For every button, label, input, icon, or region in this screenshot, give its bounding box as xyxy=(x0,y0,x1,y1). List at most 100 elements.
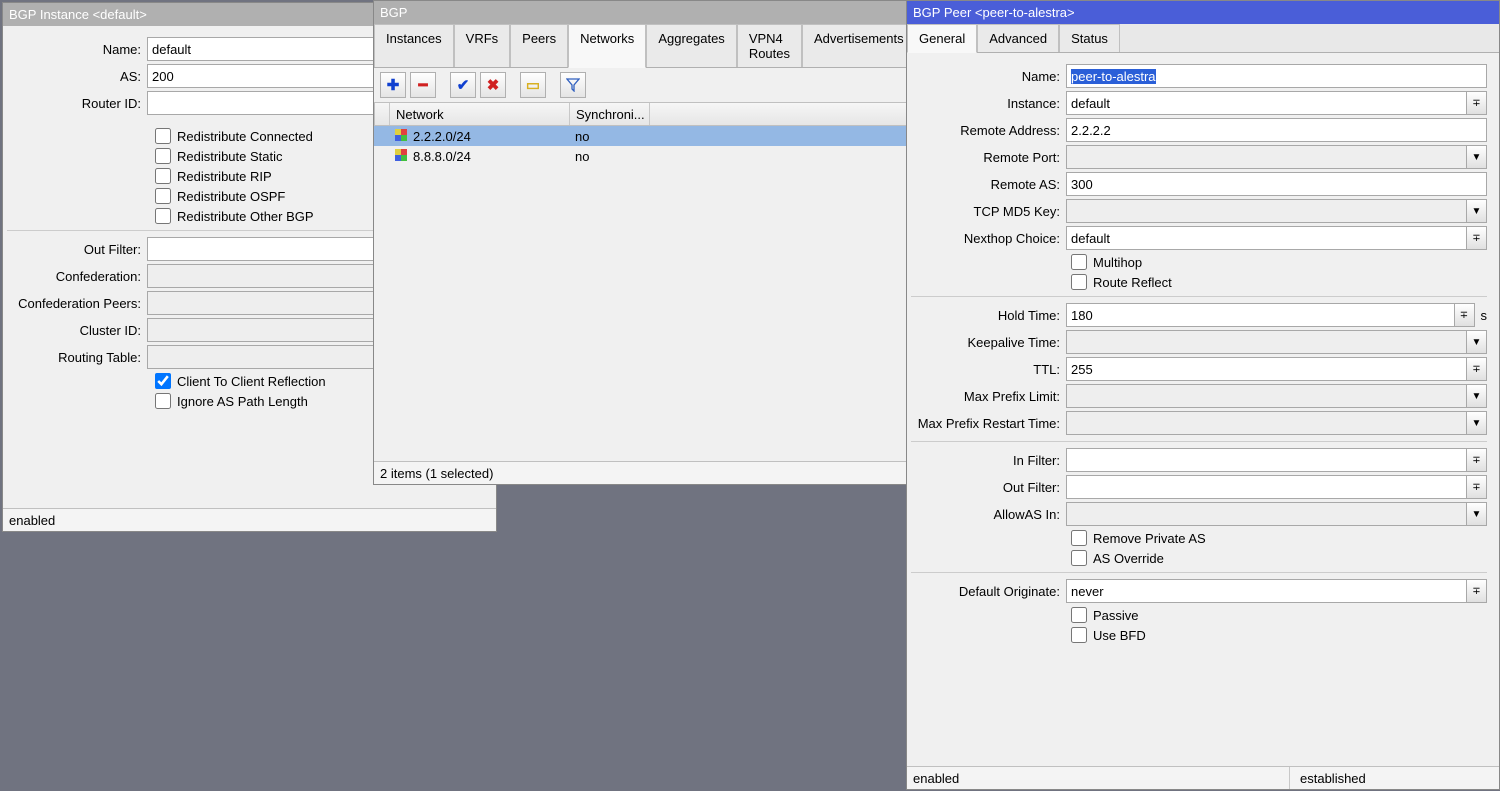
deforig-dropdown[interactable]: ∓ xyxy=(1467,579,1487,603)
confedpeers-label: Confederation Peers: xyxy=(7,296,147,311)
routingtable-label: Routing Table: xyxy=(7,350,147,365)
bgp-window: BGP Instances VRFs Peers Networks Aggreg… xyxy=(373,0,908,485)
ignore-as-label: Ignore AS Path Length xyxy=(177,394,308,409)
rport-dropdown[interactable]: ▼ xyxy=(1467,145,1487,169)
hold-dropdown[interactable]: ∓ xyxy=(1455,303,1475,327)
usebfd-checkbox[interactable] xyxy=(1071,627,1087,643)
asoverride-checkbox[interactable] xyxy=(1071,550,1087,566)
window-title: BGP xyxy=(374,1,907,24)
allowas-dropdown[interactable]: ▼ xyxy=(1467,502,1487,526)
rport-input[interactable] xyxy=(1066,145,1467,169)
redist-static-checkbox[interactable] xyxy=(155,148,171,164)
ctc-reflection-label: Client To Client Reflection xyxy=(177,374,326,389)
redist-connected-checkbox[interactable] xyxy=(155,128,171,144)
multihop-checkbox[interactable] xyxy=(1071,254,1087,270)
cell-sync: no xyxy=(569,149,649,164)
routereflect-checkbox[interactable] xyxy=(1071,274,1087,290)
md5-input[interactable] xyxy=(1066,199,1467,223)
instance-label: Instance: xyxy=(911,96,1066,111)
tab-general[interactable]: General xyxy=(907,24,977,53)
col-network[interactable]: Network xyxy=(390,103,570,125)
nexthop-input[interactable] xyxy=(1066,226,1467,250)
ttl-label: TTL: xyxy=(911,362,1066,377)
peer-name-label: Name: xyxy=(911,69,1066,84)
outfilter-dropdown[interactable]: ∓ xyxy=(1467,475,1487,499)
enable-button[interactable]: ✔ xyxy=(450,72,476,98)
allowas-input[interactable] xyxy=(1066,502,1467,526)
tab-status[interactable]: Status xyxy=(1059,24,1120,52)
tab-advanced[interactable]: Advanced xyxy=(977,24,1059,52)
removepriv-checkbox[interactable] xyxy=(1071,530,1087,546)
raddr-input[interactable] xyxy=(1066,118,1487,142)
instance-input[interactable] xyxy=(1066,91,1467,115)
ctc-reflection-checkbox[interactable] xyxy=(155,373,171,389)
tab-vpn4[interactable]: VPN4 Routes xyxy=(737,24,802,67)
nexthop-dropdown[interactable]: ∓ xyxy=(1467,226,1487,250)
tab-vrfs[interactable]: VRFs xyxy=(454,24,511,67)
window-title: BGP Peer <peer-to-alestra> xyxy=(907,1,1499,24)
maxprefixrt-input[interactable] xyxy=(1066,411,1467,435)
as-label: AS: xyxy=(7,69,147,84)
add-button[interactable]: ✚ xyxy=(380,72,406,98)
network-icon xyxy=(395,129,407,141)
rport-label: Remote Port: xyxy=(911,150,1066,165)
tab-instances[interactable]: Instances xyxy=(374,24,454,67)
cell-network: 8.8.8.0/24 xyxy=(413,149,471,164)
instance-dropdown[interactable]: ∓ xyxy=(1467,91,1487,115)
keepalive-dropdown[interactable]: ▼ xyxy=(1467,330,1487,354)
keepalive-input[interactable] xyxy=(1066,330,1467,354)
ignore-as-checkbox[interactable] xyxy=(155,393,171,409)
network-icon xyxy=(395,149,407,161)
filter-button[interactable] xyxy=(560,72,586,98)
redist-rip-label: Redistribute RIP xyxy=(177,169,272,184)
redist-other-checkbox[interactable] xyxy=(155,208,171,224)
comment-button[interactable]: ▭ xyxy=(520,72,546,98)
outfilter-input[interactable] xyxy=(1066,475,1467,499)
usebfd-label: Use BFD xyxy=(1093,628,1146,643)
md5-label: TCP MD5 Key: xyxy=(911,204,1066,219)
tab-adverts[interactable]: Advertisements xyxy=(802,24,916,67)
hold-input[interactable] xyxy=(1066,303,1455,327)
ttl-input[interactable] xyxy=(1066,357,1467,381)
allowas-label: AllowAS In: xyxy=(911,507,1066,522)
tab-networks[interactable]: Networks xyxy=(568,24,646,68)
ras-label: Remote AS: xyxy=(911,177,1066,192)
tabs: General Advanced Status xyxy=(907,24,1499,53)
status-established: established xyxy=(1300,767,1493,789)
routerid-label: Router ID: xyxy=(7,96,147,111)
status-text: enabled xyxy=(9,509,490,531)
table-row[interactable]: 2.2.2.0/24 no xyxy=(374,126,907,146)
confed-label: Confederation: xyxy=(7,269,147,284)
redist-ospf-checkbox[interactable] xyxy=(155,188,171,204)
clusterid-label: Cluster ID: xyxy=(7,323,147,338)
maxprefixrt-dropdown[interactable]: ▼ xyxy=(1467,411,1487,435)
md5-dropdown[interactable]: ▼ xyxy=(1467,199,1487,223)
redist-static-label: Redistribute Static xyxy=(177,149,283,164)
infilter-dropdown[interactable]: ∓ xyxy=(1467,448,1487,472)
col-sync[interactable]: Synchroni... xyxy=(570,103,650,125)
cell-network: 2.2.2.0/24 xyxy=(413,129,471,144)
maxprefix-input[interactable] xyxy=(1066,384,1467,408)
hold-label: Hold Time: xyxy=(911,308,1066,323)
separator xyxy=(911,296,1487,297)
removepriv-label: Remove Private AS xyxy=(1093,531,1206,546)
remove-button[interactable]: ━ xyxy=(410,72,436,98)
infilter-input[interactable] xyxy=(1066,448,1467,472)
outfilter-label: Out Filter: xyxy=(911,480,1066,495)
redist-other-label: Redistribute Other BGP xyxy=(177,209,314,224)
disable-button[interactable]: ✖ xyxy=(480,72,506,98)
status-text: 2 items (1 selected) xyxy=(380,462,901,484)
peer-name-input[interactable]: peer-to-alestra xyxy=(1066,64,1487,88)
maxprefix-label: Max Prefix Limit: xyxy=(911,389,1066,404)
tab-peers[interactable]: Peers xyxy=(510,24,568,67)
ttl-dropdown[interactable]: ∓ xyxy=(1467,357,1487,381)
maxprefix-dropdown[interactable]: ▼ xyxy=(1467,384,1487,408)
table-row[interactable]: 8.8.8.0/24 no xyxy=(374,146,907,166)
cell-sync: no xyxy=(569,129,649,144)
deforig-input[interactable] xyxy=(1066,579,1467,603)
passive-checkbox[interactable] xyxy=(1071,607,1087,623)
tab-aggregates[interactable]: Aggregates xyxy=(646,24,737,67)
ras-input[interactable] xyxy=(1066,172,1487,196)
redist-rip-checkbox[interactable] xyxy=(155,168,171,184)
routereflect-label: Route Reflect xyxy=(1093,275,1172,290)
